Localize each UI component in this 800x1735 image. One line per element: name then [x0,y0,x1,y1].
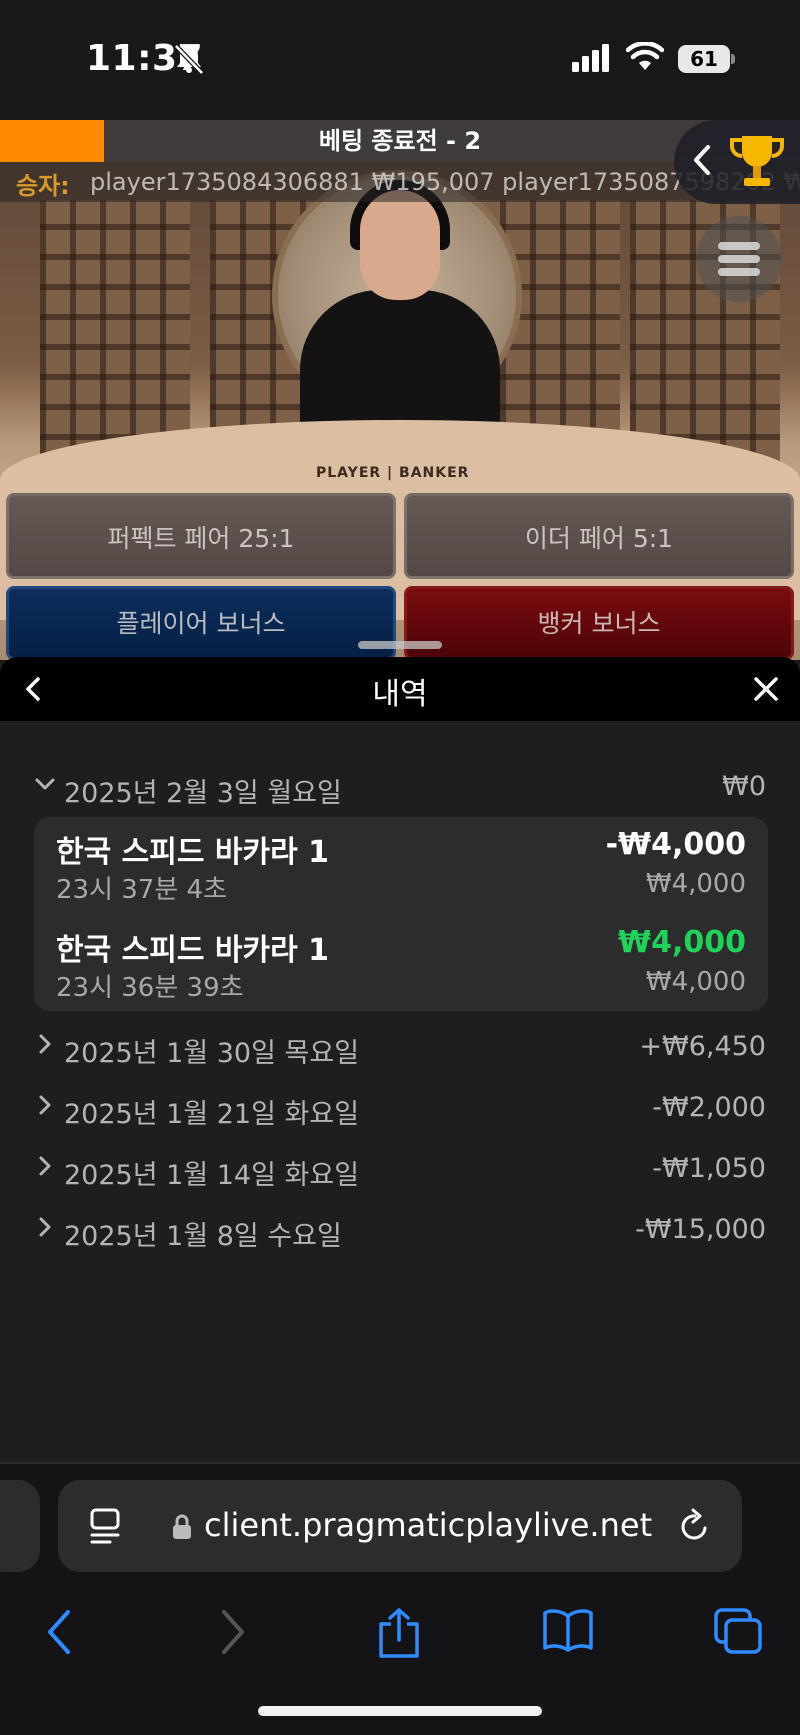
history-day-row[interactable]: 2025년 2월 3일 월요일 ₩0 [34,767,766,809]
history-day-amount: -₩1,050 [652,1153,766,1184]
live-video-stream[interactable]: PLAYER | BANKER 베팅 종료전 - 2 승자: player173… [0,120,800,660]
history-day-row[interactable]: 2025년 1월 14일 화요일 -₩1,050 [34,1149,766,1191]
history-day-date: 2025년 2월 3일 월요일 [64,778,342,809]
history-day-row[interactable]: 2025년 1월 8일 수요일 -₩15,000 [34,1210,766,1252]
sheet-drag-handle[interactable] [358,641,442,649]
chevron-right-icon [39,1156,51,1176]
battery-indicator: 61 [678,45,730,73]
history-day-amount: -₩15,000 [635,1214,766,1245]
history-day-amount: -₩2,000 [652,1092,766,1123]
entry-stake: ₩4,000 [645,967,746,997]
history-entry[interactable]: 한국 스피드 바카라 1 23시 37분 4초 -₩4,000 ₩4,000 [56,827,746,907]
history-day-details: 한국 스피드 바카라 1 23시 37분 4초 -₩4,000 ₩4,000 한… [34,817,768,1011]
bet-either-pair[interactable]: 이더 페어 5:1 [404,493,794,579]
menu-bar [718,242,760,250]
back-arrow-icon[interactable] [44,1608,74,1656]
url-text: client.pragmaticplaylive.net [204,1506,653,1544]
chevron-left-icon [694,145,710,175]
history-entry[interactable]: 한국 스피드 바카라 1 23시 36분 39초 ₩4,000 ₩4,000 [56,925,746,1005]
leaderboard-toggle[interactable] [674,120,800,204]
history-day-row[interactable]: 2025년 1월 21일 화요일 -₩2,000 [34,1088,766,1130]
lock-icon [173,1514,191,1539]
previous-tab-preview[interactable] [0,1480,40,1572]
forward-arrow-icon[interactable] [218,1608,248,1656]
address-bar[interactable]: client.pragmaticplaylive.net [58,1480,742,1572]
entry-game-name: 한국 스피드 바카라 1 [56,835,330,870]
sheet-title: 내역 [372,677,428,712]
entry-game-name: 한국 스피드 바카라 1 [56,933,330,968]
browser-bottom-bar: client.pragmaticplaylive.net [0,1464,800,1735]
history-day-date: 2025년 1월 30일 목요일 [64,1038,360,1069]
bell-muted-icon [174,44,204,75]
menu-bar [718,255,760,263]
winner-label: 승자: [16,172,70,200]
history-day-amount: +₩6,450 [639,1031,766,1062]
browser-toolbar [0,1594,800,1674]
menu-bar [718,268,760,276]
trophy-icon [730,136,784,186]
battery-cap [731,54,735,64]
bet-banker-bonus[interactable]: 뱅커 보너스 [404,586,794,660]
entry-result: ₩4,000 [618,925,746,960]
tabs-icon[interactable] [714,1608,762,1654]
dealer-face [360,190,440,300]
chevron-right-icon [39,1034,51,1054]
page-menu-icon[interactable] [90,1508,122,1544]
entry-time: 23시 36분 39초 [56,973,244,1003]
entry-result: -₩4,000 [605,827,746,862]
history-day-date: 2025년 1월 8일 수요일 [64,1221,342,1252]
history-sheet: 내역 2025년 2월 3일 월요일 ₩0 한국 스피드 바카라 1 23시 3… [0,657,800,1463]
history-day-date: 2025년 1월 21일 화요일 [64,1099,360,1130]
entry-stake: ₩4,000 [645,869,746,899]
home-indicator[interactable] [258,1706,542,1716]
bet-player-bonus[interactable]: 플레이어 보너스 [6,586,396,660]
history-day-date: 2025년 1월 14일 화요일 [64,1160,360,1191]
close-icon[interactable] [752,675,780,703]
menu-button[interactable] [696,216,782,302]
history-day-amount: ₩0 [722,771,766,802]
history-day-row[interactable]: 2025년 1월 30일 목요일 +₩6,450 [34,1027,766,1069]
table-label: PLAYER | BANKER [316,465,470,481]
wifi-icon [626,42,664,70]
entry-time: 23시 37분 4초 [56,875,227,905]
bookmarks-icon[interactable] [542,1608,594,1652]
reload-icon[interactable] [678,1508,712,1544]
chevron-right-icon [39,1095,51,1115]
sheet-header: 내역 [0,657,800,721]
chevron-down-icon [35,778,55,790]
chevron-right-icon [39,1217,51,1237]
bet-perfect-pair[interactable]: 퍼펙트 페어 25:1 [6,493,396,579]
status-bar: 11:37 61 [0,0,800,120]
cellular-signal-icon [572,44,609,72]
share-icon[interactable] [376,1608,422,1658]
